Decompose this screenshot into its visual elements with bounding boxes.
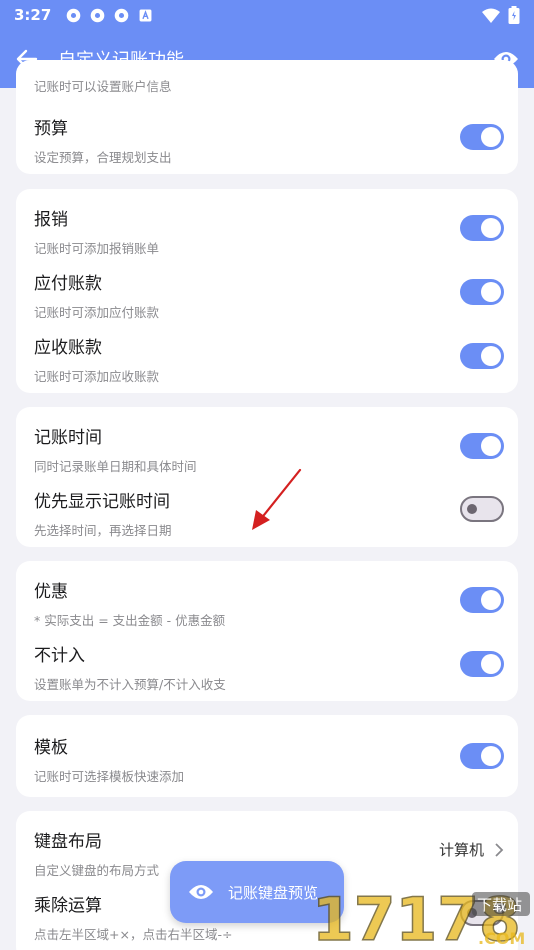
setting-row-reimbursement[interactable]: 报销 记账时可添加报销账单 xyxy=(34,205,504,257)
setting-label: 预算 xyxy=(34,119,68,139)
reimbursement-toggle[interactable] xyxy=(460,215,504,241)
settings-card-account: 记账时可以设置账户信息 预算 设定预算，合理规划支出 xyxy=(16,60,518,174)
watermark-com: .COM xyxy=(478,929,525,948)
setting-label: 应收账款 xyxy=(34,338,102,358)
record-time-toggle[interactable] xyxy=(460,433,504,459)
setting-label: 报销 xyxy=(34,210,68,230)
font-notification-icon xyxy=(139,9,152,21)
setting-description: 记账时可添加应收账款 xyxy=(34,369,160,384)
setting-label: 应付账款 xyxy=(34,274,102,294)
exclude-toggle[interactable] xyxy=(460,651,504,677)
setting-label: 不计入 xyxy=(34,646,85,666)
setting-label: 优惠 xyxy=(34,582,68,602)
setting-label: 模板 xyxy=(34,738,68,758)
settings-card-template: 模板 记账时可选择模板快速添加 xyxy=(16,715,518,797)
wifi-icon xyxy=(482,8,500,23)
discount-toggle[interactable] xyxy=(460,587,504,613)
setting-label: 记账时间 xyxy=(34,428,102,448)
setting-row-budget[interactable]: 预算 设定预算，合理规划支出 xyxy=(34,114,504,166)
battery-icon xyxy=(508,6,520,24)
app-notification-icon xyxy=(115,8,129,22)
settings-card-accounts: 报销 记账时可添加报销账单 应付账款 记账时可添加应付账款 应收账款 记账时可添… xyxy=(16,189,518,393)
chevron-right-icon xyxy=(495,842,504,857)
receivable-toggle[interactable] xyxy=(460,343,504,369)
setting-description: 记账时可以设置账户信息 xyxy=(34,79,172,94)
eye-icon xyxy=(189,885,213,899)
setting-description: 记账时可添加应付账款 xyxy=(34,305,160,320)
template-toggle[interactable] xyxy=(460,743,504,769)
watermark-logo: 17178 下载站 .COM xyxy=(312,884,530,950)
annotation-arrow-icon xyxy=(252,468,302,530)
setting-row-template[interactable]: 模板 记账时可选择模板快速添加 xyxy=(34,733,504,785)
app-notification-icon xyxy=(67,8,81,22)
keyboard-layout-text: 计算机 xyxy=(438,841,484,859)
setting-description: * 实际支出 = 支出金额 - 优惠金额 xyxy=(34,613,226,628)
setting-row-account: 记账时可以设置账户信息 xyxy=(34,60,504,95)
setting-description: 设置账单为不计入预算/不计入收支 xyxy=(34,677,226,692)
setting-row-discount[interactable]: 优惠 * 实际支出 = 支出金额 - 优惠金额 xyxy=(34,577,504,629)
setting-row-exclude[interactable]: 不计入 设置账单为不计入预算/不计入收支 xyxy=(34,641,504,693)
keyboard-layout-value[interactable]: 计算机 xyxy=(439,839,504,860)
payable-toggle[interactable] xyxy=(460,279,504,305)
settings-card-discount: 优惠 * 实际支出 = 支出金额 - 优惠金额 不计入 设置账单为不计入预算/不… xyxy=(16,561,518,701)
setting-description: 记账时可选择模板快速添加 xyxy=(34,769,185,784)
watermark-subtitle: 下载站 xyxy=(477,896,522,914)
status-time: 3:27 xyxy=(14,6,52,24)
setting-description: 记账时可添加报销账单 xyxy=(34,241,160,256)
time-first-toggle[interactable] xyxy=(460,496,504,522)
setting-row-receivable[interactable]: 应收账款 记账时可添加应收账款 xyxy=(34,333,504,385)
budget-toggle[interactable] xyxy=(460,124,504,150)
setting-row-payable[interactable]: 应付账款 记账时可添加应付账款 xyxy=(34,269,504,321)
setting-label: 键盘布局 xyxy=(34,832,102,852)
keyboard-preview-label: 记账键盘预览 xyxy=(228,883,319,902)
setting-description: 设定预算，合理规划支出 xyxy=(34,150,172,165)
status-bar: 3:27 xyxy=(0,0,534,30)
app-notification-icon xyxy=(91,8,105,22)
